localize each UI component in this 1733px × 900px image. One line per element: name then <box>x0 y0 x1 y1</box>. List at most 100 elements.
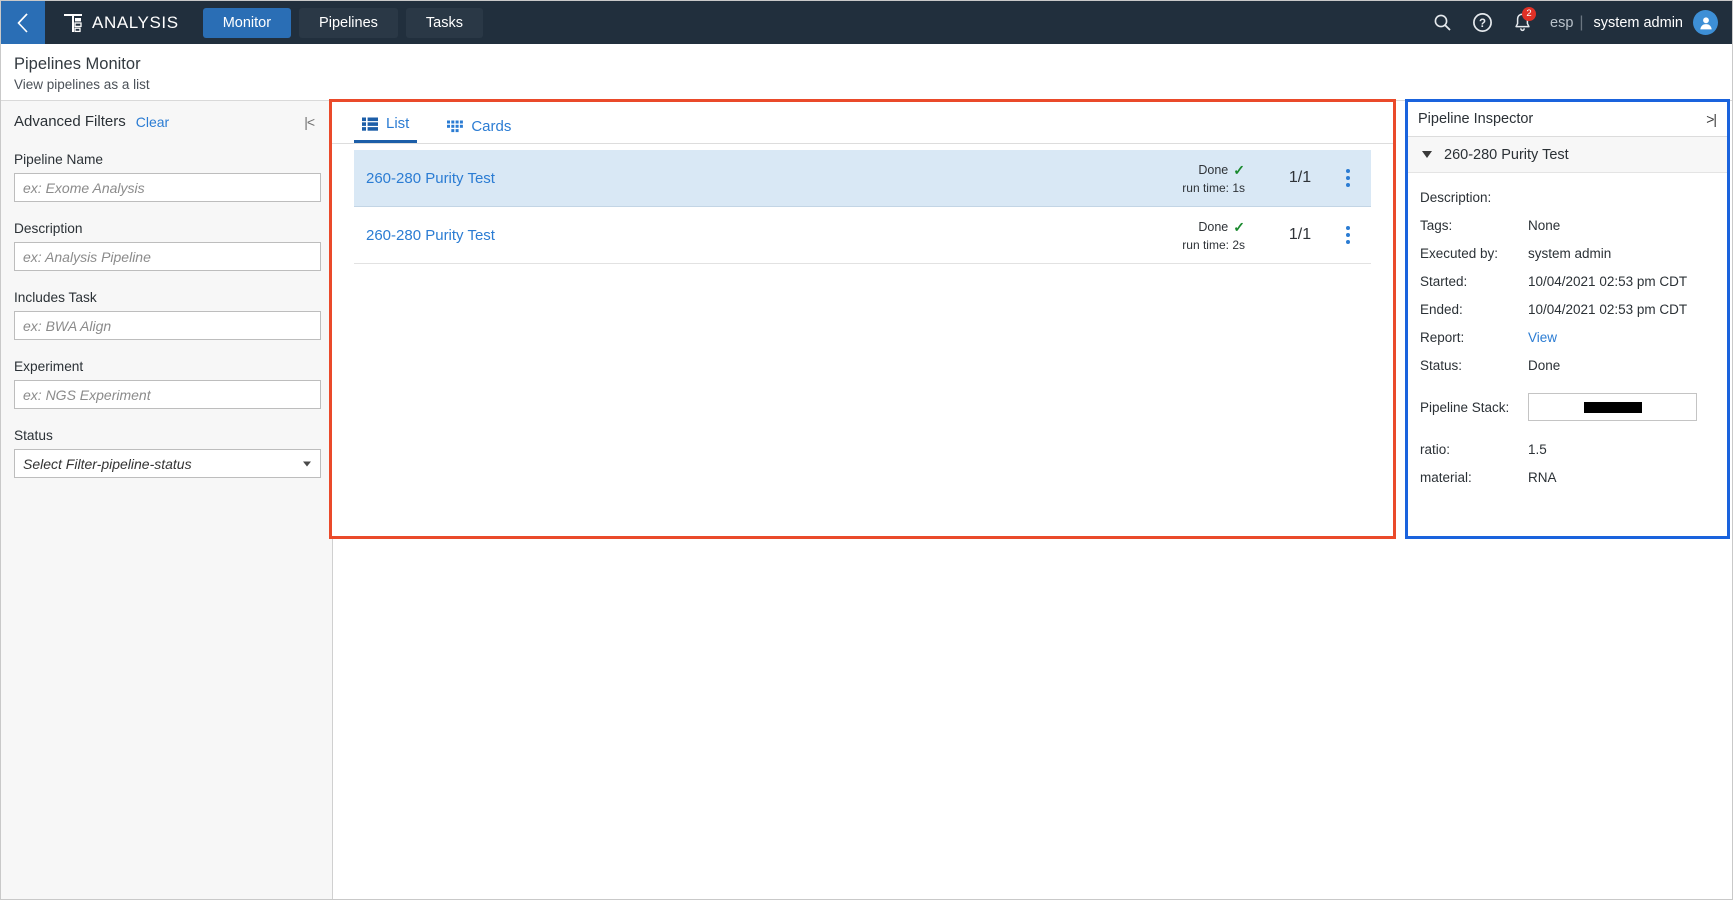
inspector-section-header[interactable]: 260-280 Purity Test <box>1408 137 1727 173</box>
application-window: ANALYSIS Monitor Pipelines Tasks ? 2 esp… <box>0 0 1733 900</box>
search-icon <box>1434 14 1451 31</box>
property-value: 10/04/2021 02:53 pm CDT <box>1528 301 1688 317</box>
filter-label-status: Status <box>14 428 53 443</box>
username-label[interactable]: system admin <box>1594 15 1683 31</box>
notification-badge: 2 <box>1522 7 1536 21</box>
redacted-value <box>1583 401 1642 413</box>
table-row[interactable]: 260-280 Purity Test Done ✓ run time: 1s … <box>354 150 1371 207</box>
property-key: Report: <box>1420 329 1465 345</box>
search-button[interactable] <box>1422 1 1462 44</box>
property-value: Done <box>1528 357 1561 373</box>
run-time-label: run time: 2s <box>1182 237 1245 252</box>
pipeline-stack-field[interactable] <box>1528 393 1697 421</box>
chevron-down-icon <box>303 461 311 466</box>
row-status-group: Done ✓ run time: 2s <box>1182 219 1245 252</box>
brand: ANALYSIS <box>63 11 179 35</box>
property-ratio: ratio: 1.5 <box>1420 435 1717 463</box>
clear-filters-link[interactable]: Clear <box>136 114 169 130</box>
nav-tab-pipelines[interactable]: Pipelines <box>299 7 398 38</box>
pipeline-name-link[interactable]: 260-280 Purity Test <box>366 227 1182 244</box>
property-executed-by: Executed by: system admin <box>1420 239 1717 267</box>
property-ended: Ended: 10/04/2021 02:53 pm CDT <box>1420 295 1717 323</box>
row-status-group: Done ✓ run time: 1s <box>1182 162 1245 195</box>
chevron-down-icon[interactable] <box>1422 151 1432 158</box>
nav-tab-tasks[interactable]: Tasks <box>405 7 483 38</box>
run-time-label: run time: 1s <box>1182 180 1245 195</box>
property-key: Status: <box>1420 357 1463 373</box>
task-count: 1/1 <box>1288 169 1312 186</box>
property-key: Description: <box>1420 189 1492 205</box>
inspector-title: Pipeline Inspector <box>1418 111 1534 127</box>
nav-tab-monitor[interactable]: Monitor <box>202 7 292 38</box>
user-avatar-icon <box>1699 16 1712 29</box>
page-title: Pipelines Monitor <box>14 55 141 73</box>
list-view-icon <box>362 117 378 131</box>
status-badge: Done ✓ <box>1182 219 1245 236</box>
tab-list-label: List <box>386 115 410 132</box>
page-header: Pipelines Monitor View pipelines as a li… <box>1 44 1732 101</box>
property-pipeline-stack: Pipeline Stack: <box>1420 387 1717 427</box>
cards-view-icon <box>447 120 464 132</box>
property-key: material: <box>1420 469 1472 485</box>
back-button[interactable] <box>1 1 45 44</box>
language-selector[interactable]: esp <box>1550 15 1573 31</box>
filter-label-experiment: Experiment <box>14 359 84 374</box>
advanced-filters-sidebar: Advanced Filters Clear |< Pipeline Name … <box>1 101 333 899</box>
filters-title: Advanced Filters <box>14 113 126 130</box>
collapse-left-icon[interactable]: |< <box>300 114 318 130</box>
view-report-link[interactable]: View <box>1528 330 1557 345</box>
status-select-value: Select Filter-pipeline-status <box>23 455 192 472</box>
pipeline-logo-icon <box>64 13 82 32</box>
filter-label-includes-task: Includes Task <box>14 290 97 305</box>
property-key: Ended: <box>1420 301 1463 317</box>
svg-text:?: ? <box>1478 18 1485 30</box>
nav-tabs: Monitor Pipelines Tasks <box>202 7 483 38</box>
experiment-input[interactable] <box>14 380 321 409</box>
status-badge: Done ✓ <box>1182 162 1245 179</box>
nav-divider: | <box>1579 13 1584 31</box>
pipeline-name-input[interactable] <box>14 173 321 202</box>
view-tabbar: List Cards <box>332 102 1393 144</box>
filter-field-includes-task: Includes Task <box>14 290 321 340</box>
description-input[interactable] <box>14 242 321 271</box>
property-value: None <box>1528 217 1561 233</box>
property-value: RNA <box>1528 469 1557 485</box>
kebab-menu-icon[interactable] <box>1331 226 1365 244</box>
property-key: Pipeline Stack: <box>1420 399 1510 415</box>
property-started: Started: 10/04/2021 02:53 pm CDT <box>1420 267 1717 295</box>
filter-label-description: Description <box>14 221 83 236</box>
filter-field-pipeline-name: Pipeline Name <box>14 152 321 202</box>
inspector-properties: Description: Tags: None Executed by: sys… <box>1408 173 1727 491</box>
inspector-header: Pipeline Inspector >| <box>1408 102 1727 137</box>
property-description: Description: <box>1420 183 1717 211</box>
property-material: material: RNA <box>1420 463 1717 491</box>
avatar[interactable] <box>1693 10 1718 35</box>
tab-cards[interactable]: Cards <box>439 118 519 143</box>
table-row[interactable]: 260-280 Purity Test Done ✓ run time: 2s … <box>354 207 1371 264</box>
notifications-button[interactable]: 2 <box>1502 1 1542 44</box>
includes-task-input[interactable] <box>14 311 321 340</box>
property-key: Tags: <box>1420 217 1453 233</box>
task-count: 1/1 <box>1288 226 1312 243</box>
help-button[interactable]: ? <box>1462 1 1502 44</box>
kebab-menu-icon[interactable] <box>1331 169 1365 187</box>
property-status: Status: Done <box>1420 351 1717 379</box>
filters-header: Advanced Filters Clear |< <box>14 113 318 130</box>
pipeline-inspector-panel: Pipeline Inspector >| 260-280 Purity Tes… <box>1405 99 1730 539</box>
brand-title: ANALYSIS <box>92 12 179 32</box>
pipelines-list-panel: List Cards 260-280 Purity Test Done ✓ ru… <box>329 99 1396 539</box>
property-key: ratio: <box>1420 441 1451 457</box>
filter-field-description: Description <box>14 221 321 271</box>
property-value: 10/04/2021 02:53 pm CDT <box>1528 273 1688 289</box>
collapse-right-icon[interactable]: >| <box>1703 111 1719 127</box>
chevron-left-icon <box>17 12 28 33</box>
tab-list[interactable]: List <box>354 115 418 143</box>
pipeline-name-link[interactable]: 260-280 Purity Test <box>366 170 1182 187</box>
pipeline-rows: 260-280 Purity Test Done ✓ run time: 1s … <box>332 144 1393 264</box>
status-select[interactable]: Select Filter-pipeline-status <box>14 449 321 478</box>
filter-label-pipeline-name: Pipeline Name <box>14 152 104 167</box>
property-report: Report: View <box>1420 323 1717 351</box>
filter-field-status: Status Select Filter-pipeline-status <box>14 428 321 478</box>
property-tags: Tags: None <box>1420 211 1717 239</box>
status-label: Done <box>1198 163 1229 177</box>
